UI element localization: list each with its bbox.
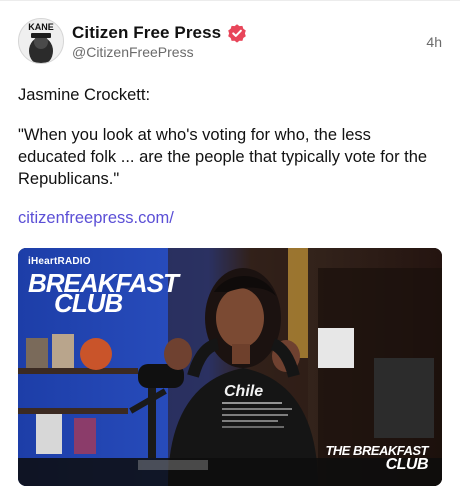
author-handle[interactable]: @CitizenFreePress <box>72 44 194 60</box>
post-card[interactable]: KANE Citizen Free Press @CitizenFreePres… <box>0 0 460 500</box>
avatar-text: KANE <box>28 22 54 32</box>
avatar[interactable]: KANE <box>18 18 64 64</box>
post-link[interactable]: citizenfreepress.com/ <box>18 209 174 228</box>
post-text-quote: "When you look at who's voting for who, … <box>18 126 428 188</box>
watermark-line2: CLUB <box>385 456 429 473</box>
breakfast-club-watermark: THE BREAKFAST CLUB <box>325 443 429 473</box>
avatar-image: KANE <box>19 19 63 63</box>
hoodie-text: Chile <box>224 383 263 400</box>
author-display-name[interactable]: Citizen Free Press <box>72 23 221 43</box>
media-brand: iHeartRADIO BREAKFAST CLUB <box>28 256 179 316</box>
post-media-image[interactable]: Chile iHeartRADIO BREAKFAST CLUB THE BRE… <box>18 248 442 486</box>
verified-badge-icon <box>227 23 247 43</box>
post-timestamp[interactable]: 4h <box>426 34 442 50</box>
author-name-row: Citizen Free Press <box>72 22 247 44</box>
post-header: KANE Citizen Free Press @CitizenFreePres… <box>18 18 442 66</box>
iheartradio-label: iHeartRADIO <box>28 256 91 267</box>
post-text-line1: Jasmine Crockett: <box>18 86 151 104</box>
